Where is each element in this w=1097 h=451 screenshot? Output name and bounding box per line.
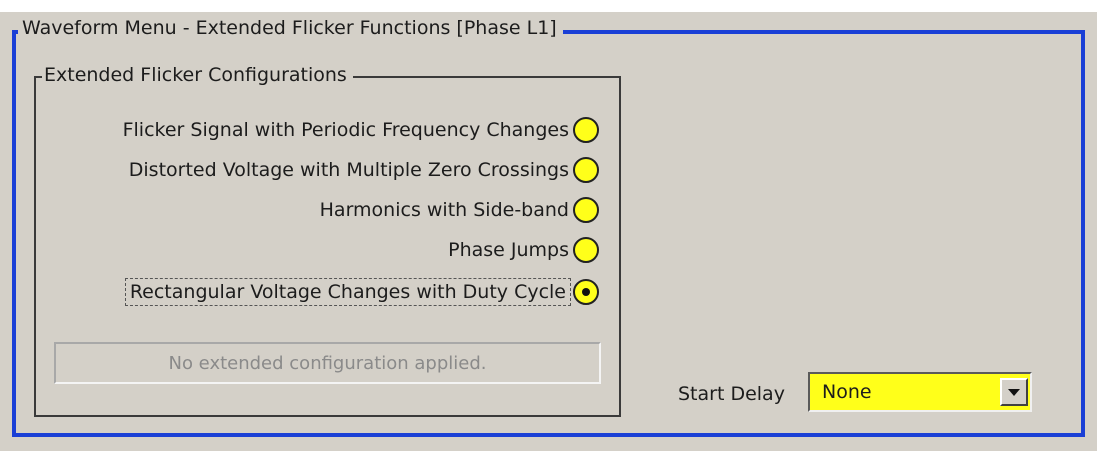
radio-button-icon[interactable]	[573, 197, 599, 223]
option-harmonics-side-band[interactable]: Harmonics with Side-band	[320, 193, 599, 227]
status-message: No extended configuration applied.	[54, 342, 601, 384]
option-label: Rectangular Voltage Changes with Duty Cy…	[124, 278, 571, 306]
app-window: Waveform Menu - Extended Flicker Functio…	[0, 0, 1097, 451]
dropdown-button[interactable]	[1000, 378, 1028, 406]
window-title: Waveform Menu - Extended Flicker Functio…	[18, 14, 563, 42]
radio-dot-icon	[582, 288, 590, 296]
radio-button-selected-icon[interactable]	[573, 279, 599, 305]
start-delay-value: None	[822, 381, 872, 403]
option-label: Distorted Voltage with Multiple Zero Cro…	[128, 159, 569, 181]
option-phase-jumps[interactable]: Phase Jumps	[448, 233, 599, 267]
radio-button-icon[interactable]	[573, 157, 599, 183]
start-delay-label: Start Delay	[678, 383, 785, 405]
start-delay-dropdown[interactable]: None	[808, 372, 1032, 412]
option-label: Harmonics with Side-band	[319, 199, 569, 221]
option-flicker-periodic-frequency[interactable]: Flicker Signal with Periodic Frequency C…	[123, 113, 599, 147]
radio-button-icon[interactable]	[573, 117, 599, 143]
option-distorted-voltage[interactable]: Distorted Voltage with Multiple Zero Cro…	[129, 153, 599, 187]
option-label: Flicker Signal with Periodic Frequency C…	[122, 119, 569, 141]
option-label: Phase Jumps	[448, 239, 569, 261]
option-rectangular-voltage-duty-cycle[interactable]: Rectangular Voltage Changes with Duty Cy…	[124, 275, 599, 309]
top-strip	[0, 0, 1097, 12]
config-group-title: Extended Flicker Configurations	[42, 61, 353, 89]
radio-button-icon[interactable]	[573, 237, 599, 263]
chevron-down-icon	[1008, 388, 1020, 396]
